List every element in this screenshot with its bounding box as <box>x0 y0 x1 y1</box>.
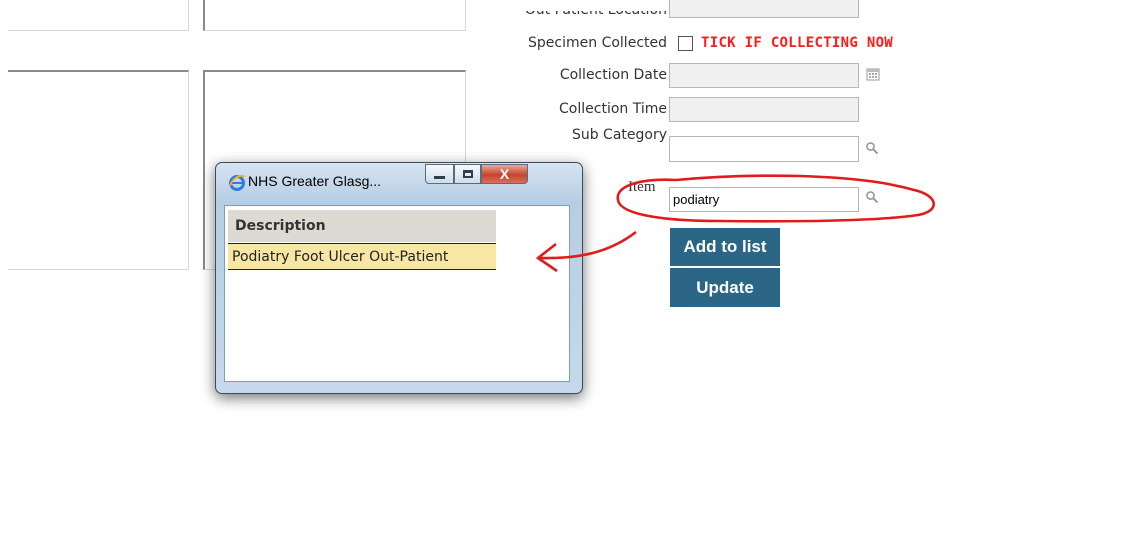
collection-date-label: Collection Date <box>559 67 667 83</box>
popup-title: NHS Greater Glasg... <box>248 173 382 189</box>
popup-window[interactable]: NHS Greater Glasg... X Description Podia… <box>215 162 583 394</box>
close-icon: X <box>499 166 510 182</box>
minimize-icon <box>434 175 445 179</box>
close-button[interactable]: X <box>481 164 528 184</box>
out-patient-location-label: Out Patient Location <box>524 2 667 18</box>
collection-time-field[interactable] <box>669 97 859 122</box>
item-search-icon[interactable] <box>865 190 879 204</box>
collection-date-input[interactable] <box>670 64 858 87</box>
popup-content: Description Podiatry Foot Ulcer Out-Pati… <box>224 205 570 382</box>
background-panel-top-left <box>8 0 189 31</box>
collection-date-field[interactable] <box>669 63 859 88</box>
sub-category-input[interactable] <box>670 137 858 161</box>
background-panel-left <box>8 70 189 270</box>
collection-time-input[interactable] <box>670 98 858 121</box>
restore-icon <box>462 170 473 178</box>
background-panel-top-middle <box>203 0 466 31</box>
specimen-collected-label: Specimen Collected <box>528 35 667 51</box>
update-button[interactable]: Update <box>670 268 780 307</box>
tick-if-collecting-note: TICK IF COLLECTING NOW <box>701 35 894 51</box>
description-column-header[interactable]: Description <box>228 210 496 242</box>
item-label: Item <box>628 179 656 195</box>
internet-explorer-icon <box>229 174 245 191</box>
collection-time-label: Collection Time <box>559 101 667 117</box>
specimen-collected-checkbox[interactable] <box>678 36 693 51</box>
item-input[interactable] <box>670 188 858 211</box>
minimize-button[interactable] <box>425 164 454 184</box>
out-patient-location-field[interactable] <box>669 0 859 18</box>
maximize-button[interactable] <box>454 164 481 184</box>
sub-category-search-icon[interactable] <box>865 141 879 155</box>
calendar-icon[interactable] <box>866 67 880 81</box>
add-to-list-button[interactable]: Add to list <box>670 228 780 266</box>
sub-category-field[interactable] <box>669 136 859 162</box>
result-row[interactable]: Podiatry Foot Ulcer Out-Patient <box>228 243 496 270</box>
item-field[interactable] <box>669 187 859 212</box>
sub-category-label: Sub Category <box>571 127 667 143</box>
